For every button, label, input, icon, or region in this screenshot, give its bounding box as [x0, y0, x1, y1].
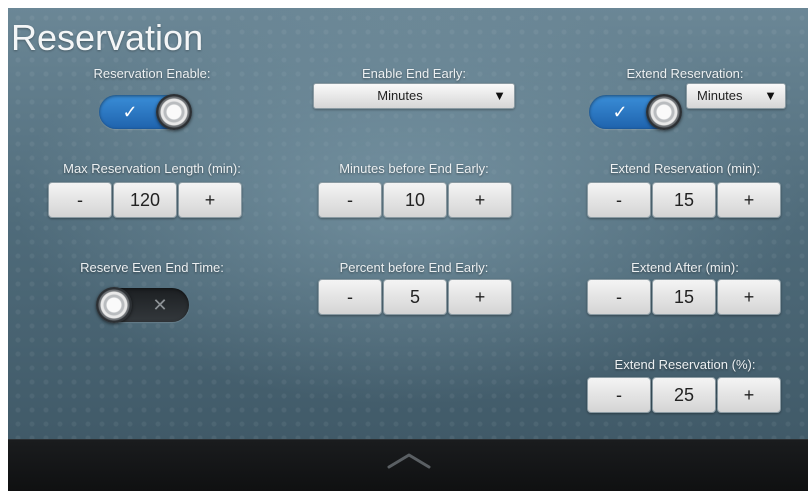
extend-reservation-unit-select[interactable]: Minutes ▼ — [686, 83, 786, 109]
decrement-button[interactable]: - — [318, 279, 382, 315]
increment-button[interactable]: + — [717, 279, 781, 315]
dropdown-arrow-icon: ▼ — [764, 88, 777, 103]
page-title: Reservation — [11, 17, 204, 58]
percent-before-end-early-label: Percent before End Early: — [339, 260, 489, 275]
reserve-even-end-time-label: Reserve Even End Time: — [80, 260, 224, 275]
reservation-enable-label: Reservation Enable: — [93, 66, 211, 81]
extend-reservation-pct-label: Extend Reservation (%): — [614, 357, 756, 372]
extend-reservation-min-label: Extend Reservation (min): — [609, 161, 761, 176]
stepper-value: 25 — [652, 377, 716, 413]
increment-button[interactable]: + — [717, 377, 781, 413]
stepper-value: 10 — [383, 182, 447, 218]
max-reservation-length-label: Max Reservation Length (min): — [63, 161, 241, 176]
decrement-button[interactable]: - — [587, 377, 651, 413]
minutes-before-end-early-label: Minutes before End Early: — [339, 161, 489, 176]
decrement-button[interactable]: - — [587, 182, 651, 218]
extend-after-stepper: - 15 + — [587, 279, 781, 315]
stepper-value: 120 — [113, 182, 177, 218]
stepper-value: 15 — [652, 182, 716, 218]
increment-button[interactable]: + — [448, 182, 512, 218]
select-value: Minutes — [377, 88, 423, 103]
decrement-button[interactable]: - — [318, 182, 382, 218]
toggle-knob — [646, 94, 682, 130]
percent-before-end-early-stepper: - 5 + — [318, 279, 512, 315]
extend-after-label: Extend After (min): — [631, 260, 739, 275]
extend-reservation-label: Extend Reservation: — [626, 66, 744, 81]
reservation-panel: Reservation Reservation Enable: ✓ Max Re… — [8, 8, 808, 491]
enable-end-early-select[interactable]: Minutes ▼ — [313, 83, 515, 109]
increment-button[interactable]: + — [717, 182, 781, 218]
extend-reservation-pct-stepper: - 25 + — [587, 377, 781, 413]
extend-reservation-min-stepper: - 15 + — [587, 182, 781, 218]
select-value: Minutes — [697, 88, 743, 103]
dropdown-arrow-icon: ▼ — [493, 88, 506, 103]
stepper-value: 5 — [383, 279, 447, 315]
toggle-knob — [96, 287, 132, 323]
increment-button[interactable]: + — [178, 182, 242, 218]
check-icon: ✓ — [612, 102, 628, 122]
reserve-even-end-time-toggle[interactable]: ✕ — [96, 287, 189, 323]
decrement-button[interactable]: - — [587, 279, 651, 315]
enable-end-early-label: Enable End Early: — [361, 66, 467, 81]
max-reservation-length-stepper: - 120 + — [48, 182, 242, 218]
extend-reservation-toggle[interactable]: ✓ — [589, 94, 682, 130]
toggle-knob — [156, 94, 192, 130]
chevron-up-icon[interactable] — [386, 450, 432, 470]
decrement-button[interactable]: - — [48, 182, 112, 218]
reservation-enable-toggle[interactable]: ✓ — [99, 94, 192, 130]
minutes-before-end-early-stepper: - 10 + — [318, 182, 512, 218]
x-icon: ✕ — [152, 295, 168, 315]
increment-button[interactable]: + — [448, 279, 512, 315]
check-icon: ✓ — [122, 102, 138, 122]
stepper-value: 15 — [652, 279, 716, 315]
